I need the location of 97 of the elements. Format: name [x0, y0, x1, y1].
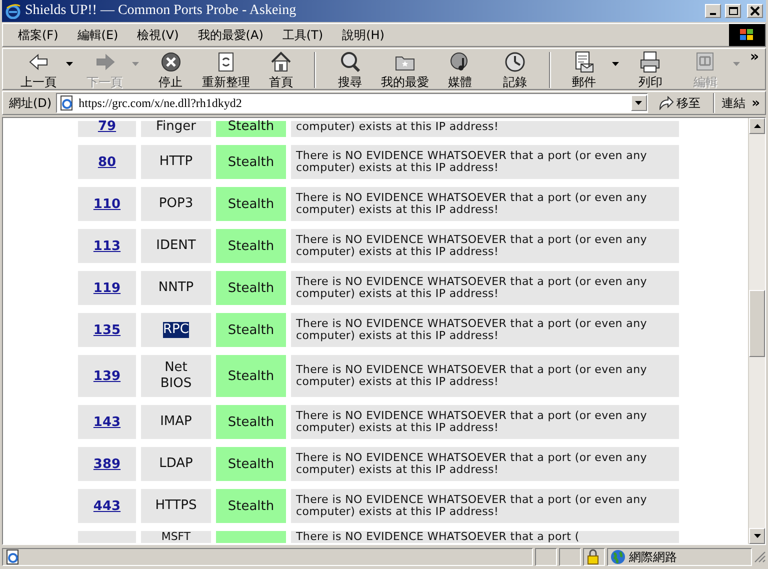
toolbar-button[interactable]: 首頁 — [253, 49, 308, 89]
window-title: Shields UP!! — Common Ports Probe - Askeing — [25, 3, 298, 19]
message-cell: There is NO EVIDENCE WHATSOEVER that a port (or even any computer) exists at this IP address! — [291, 187, 679, 221]
scrollbar-thumb[interactable] — [749, 290, 765, 357]
toolbar-button[interactable]: 上一頁 — [11, 49, 66, 89]
clock-icon — [503, 50, 528, 74]
port-link[interactable]: 119 — [93, 280, 121, 296]
links-button[interactable]: 連結 — [718, 94, 748, 112]
maximize-button[interactable] — [725, 4, 741, 18]
message-cell: There is NO EVIDENCE WHATSOEVER that a port (or even any computer) exists at this IP address! — [291, 355, 679, 397]
status-cell: Stealth — [216, 145, 286, 179]
message-cell: There is NO EVIDENCE WHATSOEVER that a port (or even any computer) exists at this IP address! — [291, 313, 679, 347]
message-cell: There is NO EVIDENCE WHATSOEVER that a port (or even any computer) exists at this IP address! — [291, 145, 679, 179]
port-link[interactable]: 389 — [93, 456, 121, 472]
more-button[interactable]: » — [752, 96, 765, 110]
message-cell: There is NO EVIDENCE WHATSOEVER that a port (or even any computer) exists at this IP address! — [291, 405, 679, 439]
status-cell: Stealth — [216, 355, 286, 397]
home-icon — [268, 50, 293, 74]
service-name: MSFT — [161, 531, 191, 543]
service-name: IDENT — [156, 238, 196, 254]
port-link[interactable]: 80 — [98, 154, 116, 170]
status-cell: Stealth — [216, 313, 286, 347]
minimize-icon — [710, 13, 716, 15]
stop-icon — [158, 50, 183, 74]
port-link[interactable]: 139 — [93, 368, 121, 384]
browser-logo-icon — [5, 3, 21, 19]
status-pane — [535, 548, 557, 566]
minimize-button[interactable] — [705, 4, 721, 18]
status-cell: Stealth — [216, 121, 286, 137]
url-input[interactable]: https://grc.com/x/ne.dll?rh1dkyd2 — [78, 96, 627, 110]
service-name: POP3 — [158, 196, 194, 212]
message-cell: There is NO EVIDENCE WHATSOEVER that a port (or even any computer) exists at this IP address! — [291, 271, 679, 305]
port-link[interactable]: 143 — [93, 414, 121, 430]
arrow-icon — [658, 96, 674, 110]
close-icon — [750, 6, 760, 16]
message-cell: There is NO EVIDENCE WHATSOEVER that a port (or even any computer) exists at this IP address! — [291, 447, 679, 481]
status-cell: Stealth — [216, 271, 286, 305]
go-button[interactable]: 移至 — [652, 94, 709, 112]
resize-grip-icon — [754, 551, 766, 563]
maximize-icon — [728, 6, 738, 16]
status-cell — [216, 531, 286, 543]
port-link[interactable]: 135 — [93, 322, 121, 338]
port-link[interactable]: 443 — [93, 498, 121, 514]
service-name: RPC — [163, 322, 189, 338]
caret-icon — [754, 534, 760, 538]
message-cell: There is NO EVIDENCE WHATSOEVER that a port (or even any computer) exists at this IP address! — [291, 489, 679, 523]
caret-icon — [635, 101, 642, 105]
caret-icon[interactable] — [612, 62, 619, 66]
service-name: Finger — [156, 121, 196, 133]
status-cell: Stealth — [216, 447, 286, 481]
service-name: HTTPS — [155, 498, 197, 514]
menu-item[interactable]: 檢視(V) — [130, 24, 186, 46]
port-link[interactable]: 110 — [93, 196, 121, 212]
scroll-up-button[interactable] — [749, 118, 765, 134]
port-link[interactable]: 79 — [98, 121, 116, 133]
message-cell: There is NO EVIDENCE WHATSOEVER that a port ( — [291, 531, 679, 543]
toolbar-button[interactable]: 搜尋 — [322, 49, 378, 89]
toolbar-button[interactable]: 媒體 — [432, 49, 488, 89]
toolbar-button[interactable]: 郵件 — [556, 49, 612, 89]
toolbar-button[interactable]: 列印 — [622, 49, 678, 89]
status-pane — [559, 548, 581, 566]
status-cell: Stealth — [216, 489, 286, 523]
page-icon — [5, 549, 21, 565]
toolbar-button[interactable]: 重新整理 — [198, 49, 254, 89]
caret-icon[interactable] — [66, 62, 74, 66]
status-cell: Stealth — [216, 229, 286, 263]
service-name: NNTP — [158, 280, 194, 296]
menu-item[interactable]: 說明(H) — [335, 24, 392, 46]
dropdown-button[interactable] — [630, 95, 647, 111]
toolbar-button[interactable]: 我的最愛 — [377, 49, 433, 89]
service-name: HTTP — [159, 154, 193, 170]
globe-icon — [610, 549, 626, 565]
status-cell: Stealth — [216, 187, 286, 221]
menu-item[interactable]: 工具(T) — [275, 24, 330, 46]
address-field[interactable]: https://grc.com/x/ne.dll?rh1dkyd2 — [56, 93, 648, 113]
service-name: LDAP — [159, 456, 193, 472]
status-cell: Stealth — [216, 405, 286, 439]
toolbar-button[interactable]: 記錄 — [488, 49, 543, 89]
scroll-down-button[interactable] — [749, 528, 765, 544]
toolbar-button[interactable]: 停止 — [143, 49, 198, 89]
flag-logo-icon — [729, 24, 765, 46]
service-name: Net BIOS — [159, 360, 193, 392]
zone-label: 網際網路 — [629, 548, 677, 566]
message-cell: computer) exists at this IP address! — [291, 121, 679, 137]
table-cell — [78, 531, 136, 543]
more-button[interactable]: » — [744, 49, 765, 65]
message-cell: There is NO EVIDENCE WHATSOEVER that a port (or even any computer) exists at this IP address! — [291, 229, 679, 263]
menu-item[interactable]: 編輯(E) — [70, 24, 126, 46]
close-button[interactable] — [747, 4, 763, 18]
page-icon — [58, 95, 75, 111]
address-label: 網址(D) — [9, 94, 52, 112]
menu-item[interactable]: 檔案(F) — [11, 24, 66, 46]
service-name: IMAP — [160, 414, 192, 430]
port-link[interactable]: 113 — [93, 238, 121, 254]
menu-item[interactable]: 我的最愛(A) — [190, 24, 270, 46]
printer-icon — [638, 50, 662, 74]
caret-icon — [754, 124, 760, 128]
